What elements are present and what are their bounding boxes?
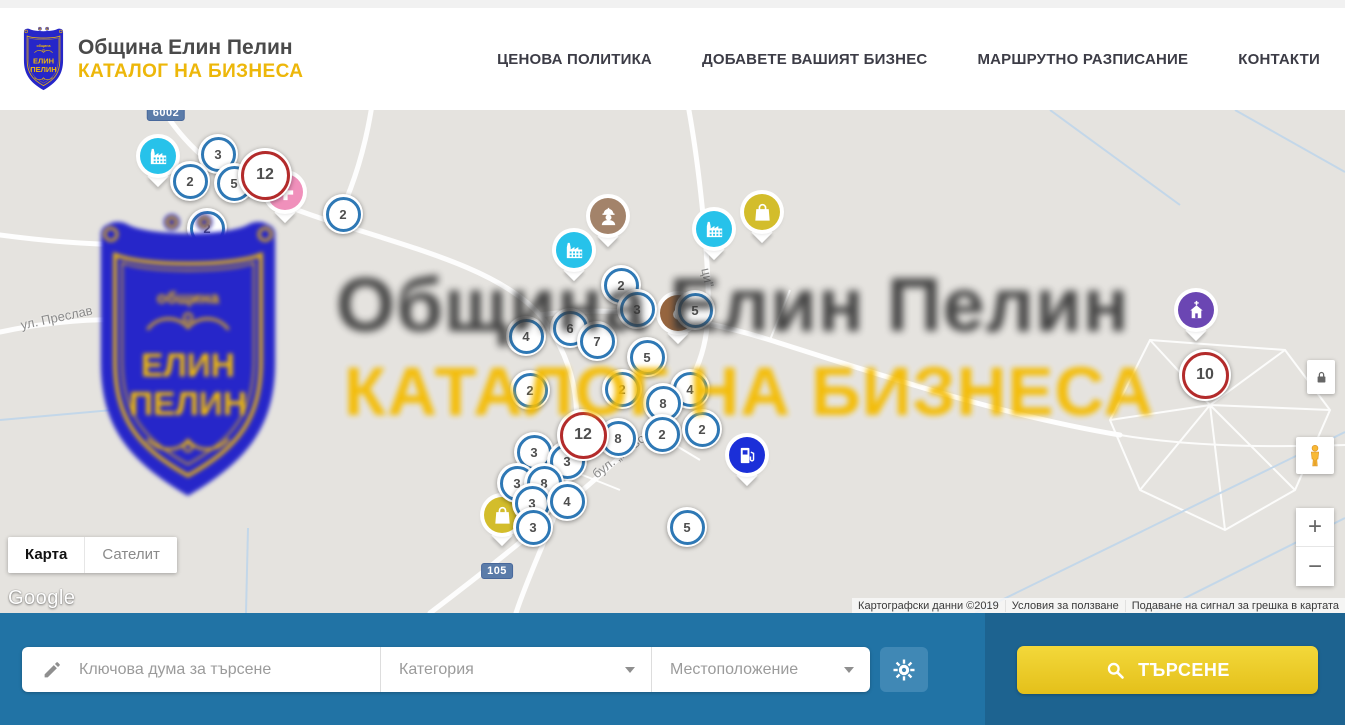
map-canvas[interactable]: 6002105ул. Преславбул. „Новоселци" 32512… [0, 110, 1345, 613]
pencil-icon [42, 659, 63, 680]
nav-item-contacts[interactable]: КОНТАКТИ [1238, 51, 1320, 68]
logo-subtitle: КАТАЛОГ НА БИЗНЕСА [78, 61, 303, 83]
gear-icon [892, 658, 916, 682]
google-logo: Google [8, 587, 76, 610]
attribution-terms-link[interactable]: Условия за ползване [1005, 600, 1125, 612]
road-number-badge: 105 [481, 563, 513, 579]
search-button-label: ТЪРСЕНЕ [1138, 660, 1230, 681]
map-cluster-marker[interactable]: 5 [667, 507, 707, 547]
zoom-out-button[interactable]: − [1296, 547, 1334, 586]
lock-icon [1313, 369, 1330, 386]
category-select-value: Категория [399, 661, 474, 679]
road-number-badge: 6002 [147, 110, 185, 121]
map-cluster-marker[interactable]: 12 [238, 148, 292, 202]
map-type-satellite-button[interactable]: Сателит [84, 537, 177, 573]
attribution-report-error-link[interactable]: Подаване на сигнал за грешка в картата [1125, 600, 1345, 612]
map-pin-fuel-icon[interactable] [729, 437, 765, 473]
magnifier-icon [1105, 660, 1126, 681]
top-strip [0, 0, 1345, 8]
map-pin-factory-icon[interactable] [696, 211, 732, 247]
keyword-search-input[interactable] [77, 660, 380, 680]
map-type-control: Карта Сателит [8, 537, 177, 573]
map-cluster-marker[interactable]: 4 [547, 481, 587, 521]
nav-item-pricing[interactable]: ЦЕНОВА ПОЛИТИКА [497, 51, 652, 68]
main-nav: ЦЕНОВА ПОЛИТИКА ДОБАВЕТЕ ВАШИЯТ БИЗНЕС М… [497, 51, 1320, 68]
nav-item-route-schedule[interactable]: МАРШРУТНО РАЗПИСАНИЕ [977, 51, 1188, 68]
pegman-icon [1302, 443, 1328, 469]
map-pin-bag-icon[interactable] [744, 194, 780, 230]
map-pin-worker-icon[interactable] [590, 198, 626, 234]
logo-text: Община Елин Пелин КАТАЛОГ НА БИЗНЕСА [78, 35, 303, 82]
watermark-subtitle: КАТАЛОГ НА БИЗНЕСА [344, 352, 1154, 431]
map-cluster-marker[interactable]: 3 [513, 507, 553, 547]
logo-title: Община Елин Пелин [78, 35, 303, 60]
map-cluster-marker[interactable]: 2 [170, 161, 210, 201]
nav-item-add-business[interactable]: ДОБАВЕТЕ ВАШИЯТ БИЗНЕС [702, 51, 927, 68]
zoom-in-button[interactable]: + [1296, 508, 1334, 547]
chevron-down-icon [625, 667, 635, 673]
map-cluster-marker[interactable]: 2 [323, 194, 363, 234]
watermark-title: Община Елин Пелин [336, 262, 1130, 349]
map-pin-church-icon[interactable] [1178, 292, 1214, 328]
chevron-down-icon [844, 667, 854, 673]
watermark-crest [85, 210, 291, 504]
search-submit-button[interactable]: ТЪРСЕНЕ [1017, 646, 1318, 694]
attribution-map-data: Картографски данни ©2019 [852, 600, 1005, 612]
search-fields: Категория Местоположение [22, 647, 870, 692]
map-zoom-control: + − [1296, 508, 1334, 586]
site-header: Община Елин Пелин КАТАЛОГ НА БИЗНЕСА ЦЕН… [0, 8, 1345, 110]
advanced-search-button[interactable] [880, 647, 928, 692]
keyword-field[interactable] [22, 647, 380, 692]
map-type-map-button[interactable]: Карта [8, 537, 84, 573]
map-lock-button[interactable] [1307, 360, 1335, 394]
map-pin-factory-icon[interactable] [140, 138, 176, 174]
municipality-crest-icon [20, 26, 67, 92]
map-cluster-marker[interactable]: 10 [1179, 349, 1231, 401]
location-select[interactable]: Местоположение [651, 647, 870, 692]
street-view-pegman-button[interactable] [1296, 437, 1334, 474]
category-select[interactable]: Категория [380, 647, 651, 692]
site-logo[interactable]: Община Елин Пелин КАТАЛОГ НА БИЗНЕСА [20, 26, 303, 92]
map-attribution: Картографски данни ©2019 Условия за полз… [852, 598, 1345, 613]
location-select-value: Местоположение [670, 661, 798, 679]
search-bar: Категория Местоположение [0, 613, 1345, 725]
